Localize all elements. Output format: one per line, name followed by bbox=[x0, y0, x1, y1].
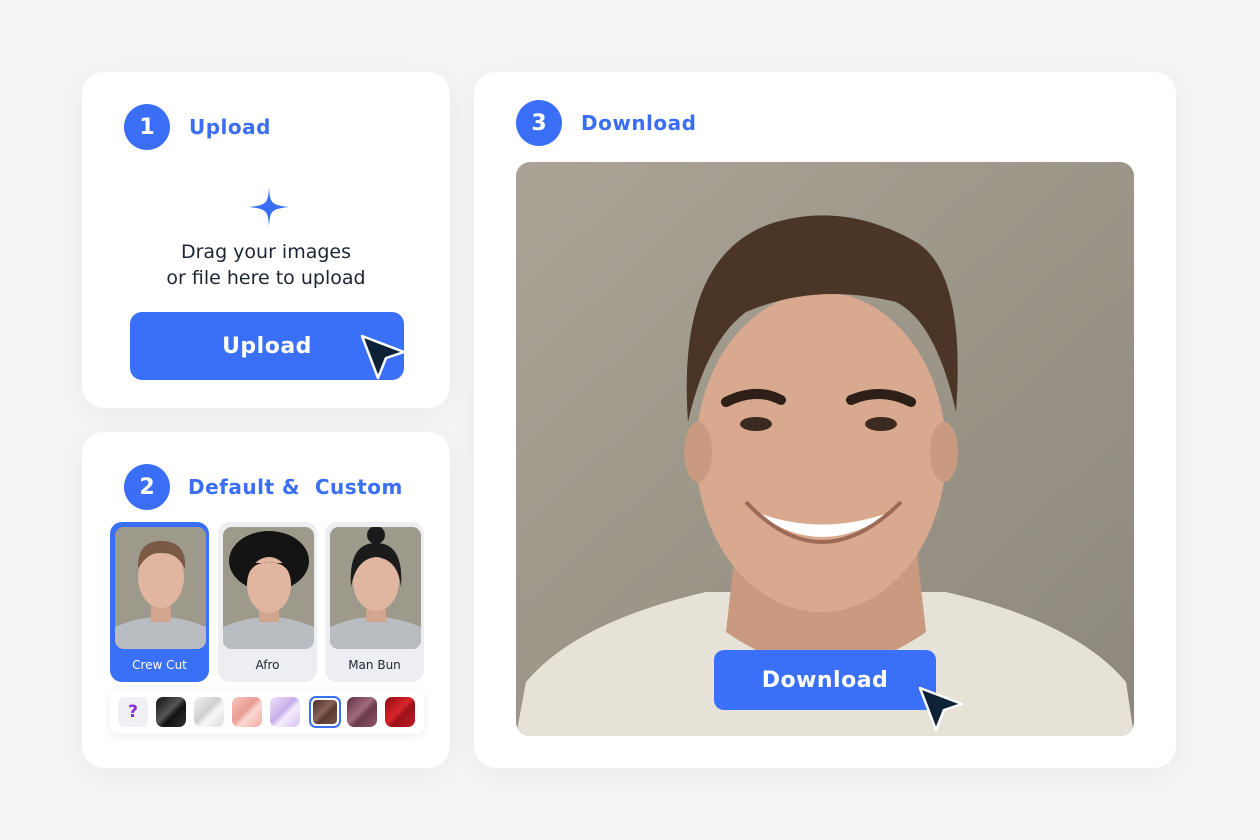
drop-hint-line2: or file here to upload bbox=[166, 267, 366, 289]
man-bun-thumbnail bbox=[330, 527, 421, 649]
download-button[interactable]: Download bbox=[714, 650, 936, 710]
color-swatch-mauve[interactable] bbox=[347, 697, 377, 727]
style-card-afro[interactable]: Afro bbox=[218, 522, 317, 682]
styles-title: Default & Custom bbox=[188, 475, 403, 499]
upload-title: Upload bbox=[189, 115, 271, 139]
cursor-pointer-icon bbox=[918, 686, 964, 732]
style-label: Man Bun bbox=[348, 658, 401, 672]
style-label: Crew Cut bbox=[132, 658, 187, 672]
style-card-man-bun[interactable]: Man Bun bbox=[325, 522, 424, 682]
afro-thumbnail bbox=[223, 527, 314, 649]
download-title: Download bbox=[581, 111, 697, 135]
color-swatch-brown[interactable] bbox=[309, 696, 341, 728]
drop-hint-line1: Drag your images bbox=[180, 241, 352, 263]
color-swatch-lavender[interactable] bbox=[270, 697, 300, 727]
crew-cut-thumbnail bbox=[115, 527, 206, 649]
download-card: 3 Download Download bbox=[474, 72, 1176, 768]
color-swatch-red[interactable] bbox=[385, 697, 415, 727]
step-1-badge: 1 bbox=[124, 104, 170, 150]
style-card-crew-cut[interactable]: Crew Cut bbox=[110, 522, 209, 682]
step-3-badge: 3 bbox=[516, 100, 562, 146]
upload-card: 1 Upload Drag your images or file here t… bbox=[82, 72, 450, 408]
cursor-pointer-icon bbox=[360, 334, 406, 380]
color-swatch-white[interactable] bbox=[194, 697, 224, 727]
sparkle-plus-icon bbox=[249, 187, 289, 227]
step-2-badge: 2 bbox=[124, 464, 170, 510]
style-label: Afro bbox=[255, 658, 280, 672]
color-swatch-black[interactable] bbox=[156, 697, 186, 727]
color-swatch-pink[interactable] bbox=[232, 697, 262, 727]
custom-color-swatch[interactable]: ? bbox=[118, 697, 148, 727]
